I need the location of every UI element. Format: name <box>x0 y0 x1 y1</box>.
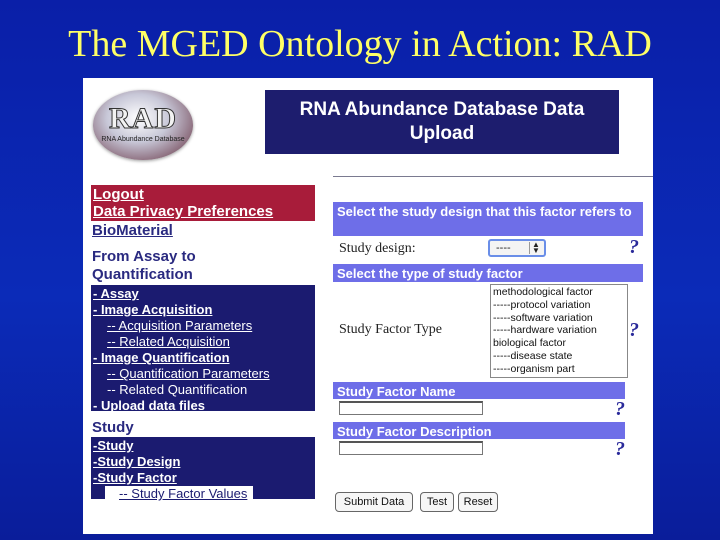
slide-title: The MGED Ontology in Action: RAD <box>68 23 652 65</box>
help-icon[interactable]: ? <box>629 319 639 342</box>
screenshot-panel: RAD RNA Abundance Database RNA Abundance… <box>83 78 653 534</box>
study-factor-form: Select the study design that this factor… <box>333 202 645 492</box>
logout-link[interactable]: Logout <box>93 186 313 203</box>
logo-subtext: RNA Abundance Database <box>101 136 185 143</box>
nav-item-related-quantification[interactable]: -- Related Quantification <box>93 382 313 398</box>
logo-text: RAD <box>109 102 177 136</box>
study-section-heading: Study <box>92 419 134 436</box>
nav-item-study-factor[interactable]: -Study Factor <box>93 470 313 486</box>
study-design-value: ---- <box>496 242 511 254</box>
account-links: Logout Data Privacy Preferences <box>91 185 315 221</box>
list-item[interactable]: -----organism part <box>493 363 625 376</box>
factor-type-bar: Select the type of study factor <box>333 264 643 282</box>
nav-item-study-design[interactable]: -Study Design <box>93 454 313 470</box>
list-item[interactable]: methodological factor <box>493 286 625 299</box>
nav-item-acquisition-parameters[interactable]: -- Acquisition Parameters <box>93 318 313 334</box>
header-line-1: RNA Abundance Database Data <box>299 99 585 120</box>
study-design-label: Study design: <box>339 241 416 256</box>
privacy-preferences-link[interactable]: Data Privacy Preferences <box>93 203 313 220</box>
biomaterial-link[interactable]: BioMaterial <box>91 222 315 240</box>
study-menu: -Study -Study Design -Study Factor -- St… <box>91 437 315 502</box>
divider <box>333 176 653 177</box>
factor-description-bar: Study Factor Description <box>333 422 625 439</box>
sidebar-nav: Logout Data Privacy Preferences BioMater… <box>91 185 315 502</box>
factor-type-label: Study Factor Type <box>339 322 442 337</box>
test-button[interactable]: Test <box>420 492 454 512</box>
study-design-select[interactable]: ---- ▲ ▼ <box>488 239 546 257</box>
factor-name-input[interactable] <box>339 401 483 415</box>
factor-type-listbox[interactable]: methodological factor -----protocol vari… <box>490 284 628 378</box>
nav-item-upload-data-files[interactable]: - Upload data files <box>93 398 313 414</box>
nav-item-assay[interactable]: - Assay <box>93 286 313 302</box>
list-item[interactable]: -----protocol variation <box>493 299 625 312</box>
assay-menu: - Assay - Image Acquisition -- Acquisiti… <box>91 285 315 414</box>
help-icon[interactable]: ? <box>629 236 639 259</box>
header-line-2: Upload <box>409 123 475 144</box>
rad-logo: RAD RNA Abundance Database <box>93 90 193 160</box>
list-item[interactable]: -----disease state <box>493 350 625 363</box>
list-item[interactable]: -----hardware variation <box>493 324 625 337</box>
nav-item-related-acquisition[interactable]: -- Related Acquisition <box>93 334 313 350</box>
nav-item-image-acquisition[interactable]: - Image Acquisition <box>93 302 313 318</box>
nav-item-study[interactable]: -Study <box>93 438 313 454</box>
study-design-bar: Select the study design that this factor… <box>333 202 643 236</box>
help-icon[interactable]: ? <box>615 398 625 421</box>
reset-button[interactable]: Reset <box>458 492 498 512</box>
help-icon[interactable]: ? <box>615 438 625 461</box>
nav-item-quantification-parameters[interactable]: -- Quantification Parameters <box>93 366 313 382</box>
nav-item-image-quantification[interactable]: - Image Quantification <box>93 350 313 366</box>
list-item[interactable]: biological factor <box>493 337 625 350</box>
list-item[interactable]: -----software variation <box>493 312 625 325</box>
nav-item-study-factor-values[interactable]: -- Study Factor Values <box>105 486 253 502</box>
factor-description-input[interactable] <box>339 441 483 455</box>
factor-name-bar: Study Factor Name <box>333 382 625 399</box>
select-arrows-icon: ▲ ▼ <box>529 241 542 255</box>
page-header: RNA Abundance Database Data Upload <box>265 90 619 154</box>
assay-section-heading: From Assay to Quantification <box>92 248 196 283</box>
submit-data-button[interactable]: Submit Data <box>335 492 413 512</box>
